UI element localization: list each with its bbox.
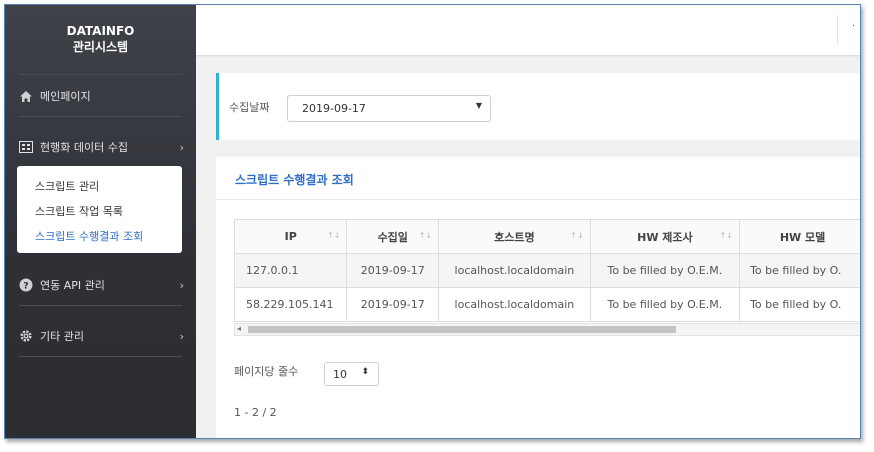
scroll-left-icon[interactable]: ◂ bbox=[237, 324, 241, 333]
submenu: 스크립트 관리 스크립트 작업 목록 스크립트 수행결과 조회 bbox=[17, 166, 182, 253]
table-cell: 2019-09-17 bbox=[346, 253, 440, 288]
sidebar: DATAINFO 관리시스템 메인페이지 현행화 데이터 수집 › 스크립트 관… bbox=[5, 5, 196, 438]
brand-line1: DATAINFO bbox=[66, 24, 135, 38]
results-panel: 스크립트 수행결과 조회 IP ↑↓ 수집일 ↑↓ 호스트명 ↑↓ HW 제조사 ↑↓ … bbox=[216, 157, 860, 438]
results-table: IP ↑↓ 수집일 ↑↓ 호스트명 ↑↓ HW 제조사 ↑↓ HW 모델 127.0.0… bbox=[233, 219, 860, 322]
divider bbox=[19, 74, 182, 75]
sort-icon: ↑↓ bbox=[570, 231, 584, 240]
sidebar-item-label: 연동 API 관리 bbox=[40, 279, 105, 292]
column-header-hw-vendor[interactable]: HW 제조사 ↑↓ bbox=[589, 219, 741, 254]
grid-icon bbox=[19, 140, 33, 154]
table-row[interactable]: 127.0.0.1 2019-09-17 localhost.localdoma… bbox=[233, 253, 860, 288]
top-bar: · bbox=[196, 5, 860, 55]
sidebar-item-label: 현행화 데이터 수집 bbox=[40, 141, 128, 154]
sidebar-item-label: 메인페이지 bbox=[40, 90, 91, 103]
column-header-ip[interactable]: IP ↑↓ bbox=[233, 219, 348, 254]
divider bbox=[19, 305, 182, 306]
table-cell: To be filled by O.E.M. bbox=[589, 253, 741, 288]
filter-bar: 수집날짜 2019-09-17 ▼ bbox=[216, 73, 860, 140]
table-cell: To be filled by O.E.M. bbox=[589, 287, 741, 322]
divider bbox=[216, 199, 860, 200]
user-menu-edge[interactable]: · bbox=[852, 21, 855, 32]
submenu-item-script-jobs[interactable]: 스크립트 작업 목록 bbox=[35, 203, 123, 219]
table-cell: 58.229.105.141 bbox=[233, 287, 348, 322]
sidebar-item-api[interactable]: ? 연동 API 관리 › bbox=[19, 274, 184, 296]
submenu-item-script-results[interactable]: 스크립트 수행결과 조회 bbox=[35, 228, 143, 244]
table-row[interactable]: 58.229.105.141 2019-09-17 localhost.loca… bbox=[233, 287, 860, 322]
table-cell: To be filled by O. bbox=[739, 253, 860, 288]
question-icon: ? bbox=[19, 278, 33, 292]
collection-date-value: 2019-09-17 bbox=[302, 102, 366, 115]
table-cell: To be filled by O. bbox=[739, 287, 860, 322]
main-content: · 수집날짜 2019-09-17 ▼ 스크립트 수행결과 조회 IP ↑↓ 수집… bbox=[196, 5, 860, 438]
svg-text:?: ? bbox=[23, 282, 28, 292]
per-page-value: 10 bbox=[333, 368, 347, 381]
chevron-right-icon: › bbox=[179, 278, 184, 292]
divider bbox=[19, 356, 182, 357]
panel-title: 스크립트 수행결과 조회 bbox=[235, 173, 354, 187]
column-header-hw-model[interactable]: HW 모델 bbox=[739, 219, 860, 254]
column-header-hostname[interactable]: 호스트명 ↑↓ bbox=[438, 219, 591, 254]
sidebar-item-etc[interactable]: 기타 관리 › bbox=[19, 325, 184, 347]
per-page-select[interactable]: 10 ⬍ bbox=[324, 362, 379, 386]
brand-line2: 관리시스템 bbox=[72, 40, 129, 54]
horizontal-scrollbar[interactable]: ◂ bbox=[234, 323, 860, 336]
table-cell: 127.0.0.1 bbox=[233, 253, 348, 288]
scrollbar-thumb[interactable] bbox=[248, 326, 676, 333]
home-icon bbox=[19, 89, 33, 103]
column-header-date[interactable]: 수집일 ↑↓ bbox=[346, 219, 440, 254]
brand-logo[interactable]: DATAINFO 관리시스템 bbox=[5, 23, 196, 55]
collection-date-select[interactable]: 2019-09-17 ▼ bbox=[287, 95, 491, 122]
divider bbox=[19, 116, 182, 117]
chevron-right-icon: › bbox=[179, 140, 184, 154]
chevron-right-icon: › bbox=[179, 329, 184, 343]
table-cell: localhost.localdomain bbox=[438, 287, 591, 322]
sidebar-item-main[interactable]: 메인페이지 bbox=[19, 85, 184, 107]
table-cell: 2019-09-17 bbox=[346, 287, 440, 322]
gear-icon bbox=[19, 329, 33, 343]
collection-date-label: 수집날짜 bbox=[229, 101, 270, 114]
sidebar-item-label: 기타 관리 bbox=[40, 330, 84, 343]
app-window: DATAINFO 관리시스템 메인페이지 현행화 데이터 수집 › 스크립트 관… bbox=[4, 4, 861, 439]
sort-icon: ↑↓ bbox=[326, 231, 341, 240]
sort-icon: ↑↓ bbox=[418, 231, 433, 240]
per-page-label: 페이지당 줄수 bbox=[234, 365, 299, 378]
table-cell: localhost.localdomain bbox=[438, 253, 591, 288]
updown-caret-icon: ⬍ bbox=[361, 367, 369, 377]
submenu-item-script-manage[interactable]: 스크립트 관리 bbox=[35, 178, 99, 194]
pagination-range: 1 - 2 / 2 bbox=[234, 406, 277, 419]
divider bbox=[837, 15, 838, 45]
sort-icon: ↑↓ bbox=[719, 231, 734, 240]
caret-down-icon: ▼ bbox=[475, 101, 482, 110]
sidebar-item-data-collection[interactable]: 현행화 데이터 수집 › bbox=[19, 136, 184, 158]
